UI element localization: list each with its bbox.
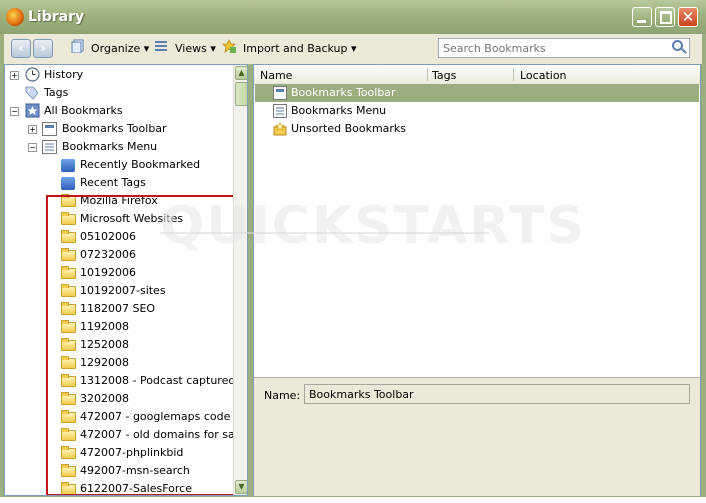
organize-menu-button[interactable]: Organize ▾ xyxy=(91,42,149,55)
import-backup-icon xyxy=(222,39,236,53)
toolbar-icon xyxy=(42,122,57,136)
tree-item-tags[interactable]: Tags xyxy=(5,84,235,102)
minimize-icon xyxy=(637,20,646,23)
close-icon: ✕ xyxy=(681,8,695,26)
background-strip xyxy=(0,497,706,503)
bookmark-list-pane[interactable]: Name Tags Location Bookmarks Toolbar Boo… xyxy=(253,64,701,496)
window-title: Library xyxy=(28,9,85,25)
details-pane: Name: xyxy=(254,377,700,496)
smart-folder-icon xyxy=(61,177,75,190)
tree-item-recently-bookmarked[interactable]: Recently Bookmarked xyxy=(5,156,235,174)
list-item-label: Unsorted Bookmarks xyxy=(291,122,407,135)
maximize-button[interactable] xyxy=(655,7,675,27)
chevron-down-icon: ▾ xyxy=(351,42,357,55)
collapse-icon[interactable]: − xyxy=(28,143,37,152)
column-divider[interactable] xyxy=(513,68,514,81)
organize-label: Organize xyxy=(91,42,141,55)
minimize-button[interactable] xyxy=(632,7,652,27)
toolbar-icon xyxy=(273,86,287,100)
organize-icon xyxy=(71,39,84,53)
tree-label: Bookmarks Menu xyxy=(62,140,158,153)
chevron-down-icon: ▾ xyxy=(143,42,150,55)
tag-icon xyxy=(25,86,39,100)
tree-scrollbar[interactable]: ▲ ▼ xyxy=(233,65,247,495)
tree-label: History xyxy=(44,68,84,81)
magnifier-icon[interactable] xyxy=(672,40,683,51)
scroll-thumb[interactable] xyxy=(235,82,247,106)
watermark-text: QUICKSTARTS xyxy=(160,196,586,256)
title-bar[interactable]: Library ✕ xyxy=(0,0,706,34)
scroll-down-icon[interactable]: ▼ xyxy=(235,480,247,494)
column-header-tags[interactable]: Tags xyxy=(432,69,456,82)
library-window: Library ✕ ‹ › Organize ▾ Views ▾ Import … xyxy=(0,0,706,497)
tree-label: All Bookmarks xyxy=(44,104,123,117)
close-button[interactable]: ✕ xyxy=(678,7,698,27)
tree-label: Recently Bookmarked xyxy=(80,158,201,171)
name-field[interactable] xyxy=(304,384,690,404)
expand-icon[interactable]: + xyxy=(28,125,37,134)
unsorted-bookmarks-icon xyxy=(273,122,287,136)
collapse-icon[interactable]: − xyxy=(10,107,19,116)
tree-item-bookmarks-menu[interactable]: − Bookmarks Menu xyxy=(5,138,235,156)
column-header-name[interactable]: Name xyxy=(260,69,292,82)
tree-item-history[interactable]: + History xyxy=(5,66,235,84)
column-divider[interactable] xyxy=(427,68,428,81)
bookmarks-icon xyxy=(25,103,40,118)
import-backup-menu-button[interactable]: Import and Backup ▾ xyxy=(243,42,357,55)
scroll-up-icon[interactable]: ▲ xyxy=(235,66,247,80)
maximize-icon xyxy=(660,11,672,24)
tree-label: Recent Tags xyxy=(80,176,146,189)
list-item-label: Bookmarks Menu xyxy=(291,104,387,117)
list-item-bookmarks-menu[interactable]: Bookmarks Menu xyxy=(255,102,699,120)
tree-item-all-bookmarks[interactable]: − All Bookmarks xyxy=(5,102,235,120)
search-input[interactable] xyxy=(439,39,664,57)
arrow-left-icon: ‹ xyxy=(18,41,24,56)
back-button[interactable]: ‹ xyxy=(11,39,31,58)
watermark-rule xyxy=(160,232,490,234)
firefox-icon xyxy=(6,8,24,26)
column-header-row: Name Tags Location xyxy=(254,65,700,85)
list-item-unsorted-bookmarks[interactable]: Unsorted Bookmarks xyxy=(255,120,699,138)
arrow-right-icon: › xyxy=(40,41,46,56)
tree-label: Bookmarks Toolbar xyxy=(62,122,167,135)
tree-item-bookmarks-toolbar[interactable]: + Bookmarks Toolbar xyxy=(5,120,235,138)
list-item-bookmarks-toolbar[interactable]: Bookmarks Toolbar xyxy=(255,84,699,102)
views-label: Views xyxy=(175,42,207,55)
chevron-down-icon: ▾ xyxy=(210,42,216,55)
places-tree[interactable]: + History Tags − All Bookmarks + Bookmar… xyxy=(4,64,248,496)
import-backup-label: Import and Backup xyxy=(243,42,348,55)
clock-icon xyxy=(25,67,40,82)
search-box[interactable] xyxy=(438,38,690,58)
library-toolbar: ‹ › Organize ▾ Views ▾ Import and Backup… xyxy=(4,34,702,64)
list-item-label: Bookmarks Toolbar xyxy=(291,86,396,99)
name-field-label: Name: xyxy=(264,389,301,402)
tree-label: Tags xyxy=(44,86,69,99)
smart-folder-icon xyxy=(61,159,75,172)
menu-icon xyxy=(42,140,57,154)
column-header-location[interactable]: Location xyxy=(520,69,567,82)
tree-item-recent-tags[interactable]: Recent Tags xyxy=(5,174,235,192)
views-menu-button[interactable]: Views ▾ xyxy=(175,42,216,55)
menu-icon xyxy=(273,104,287,118)
views-icon xyxy=(155,41,167,51)
expand-icon[interactable]: + xyxy=(10,71,19,80)
forward-button[interactable]: › xyxy=(33,39,53,58)
